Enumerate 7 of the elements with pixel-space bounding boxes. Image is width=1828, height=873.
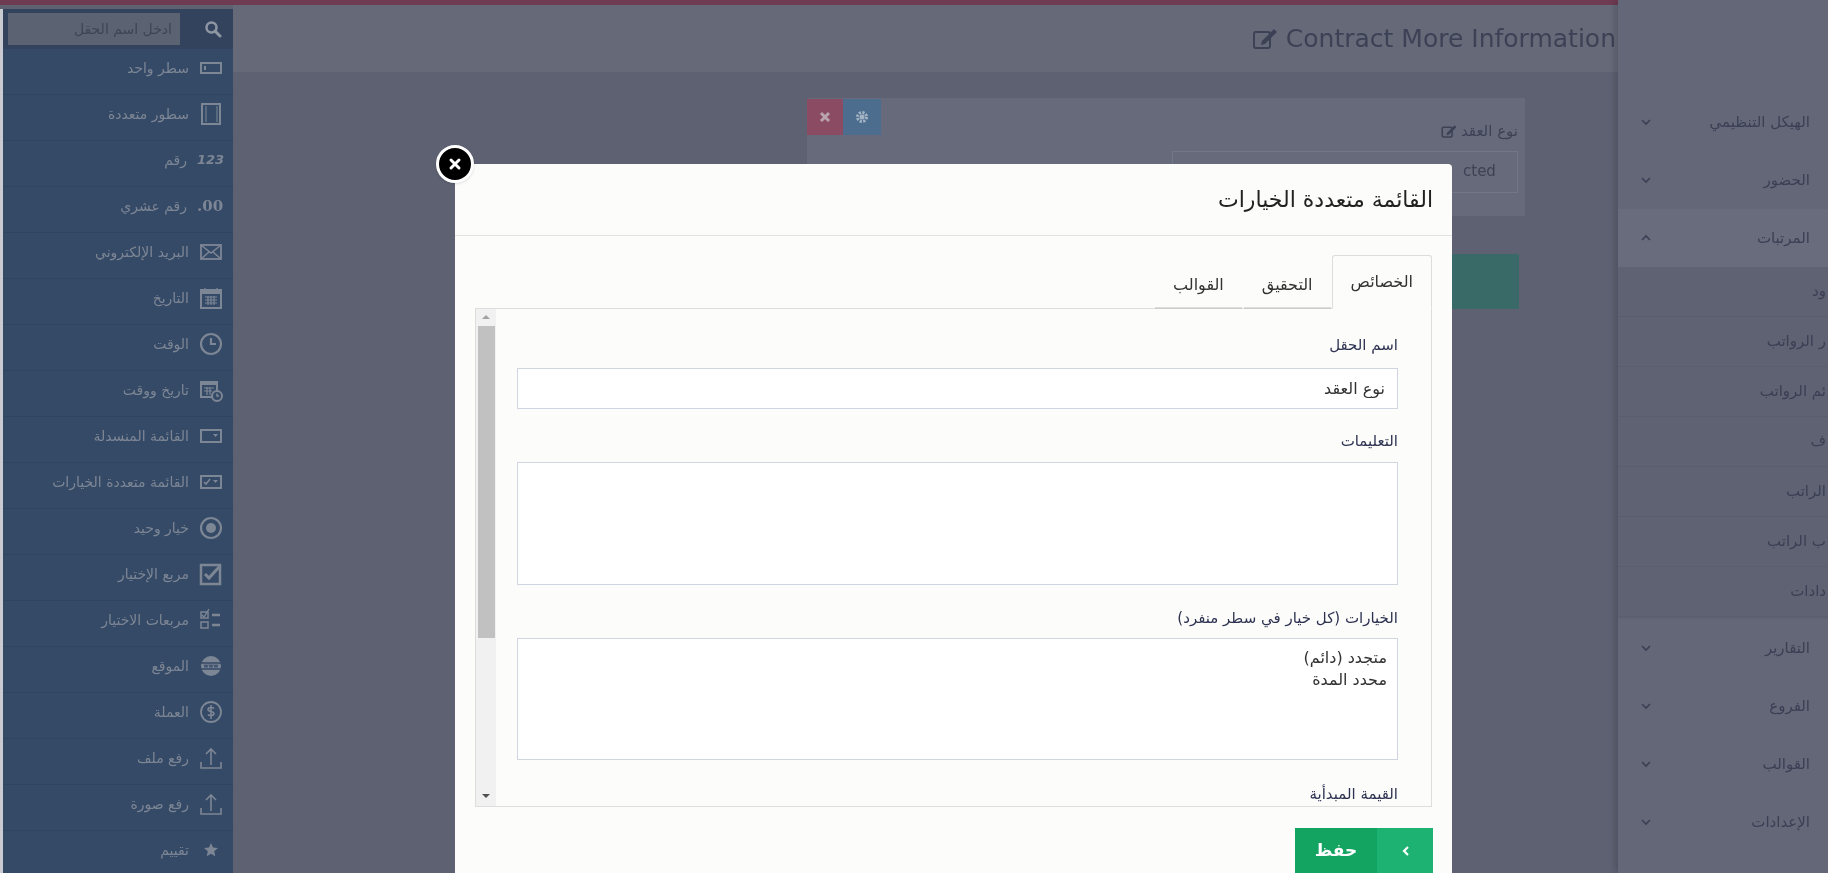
- field-label: التعليمات: [1339, 431, 1398, 453]
- decimal-icon: .00: [197, 194, 223, 218]
- number-icon: 123: [197, 148, 223, 172]
- field-label: اسم الحقل: [1328, 335, 1398, 356]
- field-label: القيمة المبدأية: [1308, 783, 1398, 805]
- dialog-title: القائمة متعددة الخيارات: [1218, 186, 1433, 214]
- field-label: الخيارات (كل خيار في سطر منفرد): [1176, 607, 1398, 630]
